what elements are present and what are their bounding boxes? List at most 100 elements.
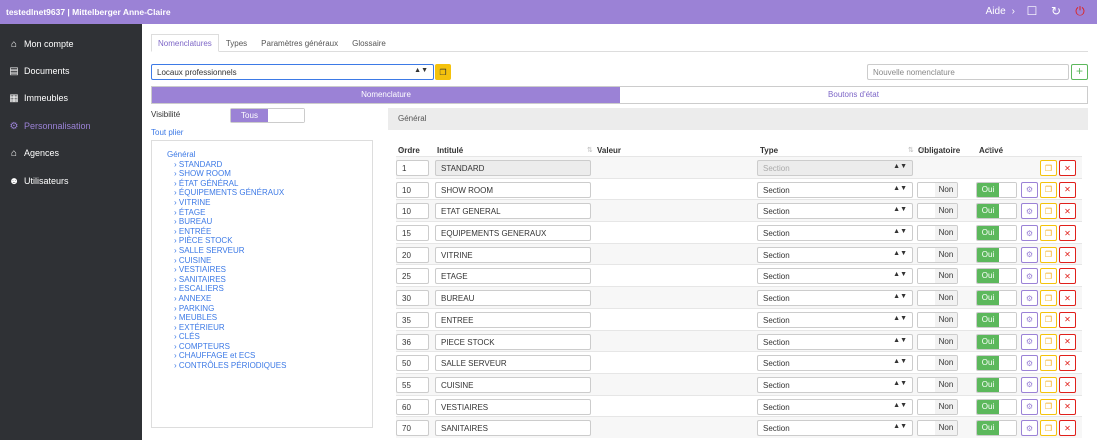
active-toggle[interactable]: Oui (976, 246, 1017, 263)
order-input[interactable]: 10 (396, 203, 429, 220)
refresh-icon[interactable]: ↻ (1049, 4, 1063, 18)
delete-button[interactable]: ✕ (1059, 355, 1076, 372)
tree-item[interactable]: › PARKING (167, 304, 372, 314)
type-select[interactable]: Section ▲▼ (757, 376, 913, 393)
active-no-option[interactable] (999, 334, 1016, 349)
active-toggle[interactable]: Oui (976, 225, 1017, 242)
tab-0[interactable]: Nomenclatures (151, 34, 219, 52)
settings-button[interactable]: ⚙ (1021, 290, 1038, 307)
duplicate-button[interactable]: ❐ (1040, 160, 1057, 176)
tree-item[interactable]: › VESTIAIRES (167, 265, 372, 275)
tree-item[interactable]: › COMPTEURS (167, 342, 372, 352)
settings-button[interactable]: ⚙ (1021, 376, 1038, 393)
duplicate-button[interactable]: ❐ (1040, 268, 1057, 285)
active-yes-option[interactable]: Oui (977, 356, 999, 371)
active-yes-option[interactable]: Oui (977, 334, 999, 349)
order-input[interactable]: 35 (396, 311, 429, 328)
order-input[interactable]: 70 (396, 420, 429, 437)
type-select[interactable]: Section ▲▼ (757, 225, 913, 242)
mandatory-yes-option[interactable] (918, 204, 935, 219)
mandatory-yes-option[interactable] (918, 377, 935, 392)
add-nomenclature-button[interactable]: + (1071, 64, 1088, 80)
visibility-all-option[interactable]: Tous (231, 109, 268, 122)
delete-button[interactable]: ✕ (1059, 203, 1076, 220)
duplicate-button[interactable]: ❐ (1040, 311, 1057, 328)
order-input[interactable]: 20 (396, 246, 429, 263)
active-no-option[interactable] (999, 312, 1016, 327)
mandatory-toggle[interactable]: Non (917, 333, 958, 350)
active-yes-option[interactable]: Oui (977, 421, 999, 436)
label-input[interactable]: ENTREE (435, 311, 591, 328)
tree-root-general[interactable]: Général (167, 150, 372, 160)
active-toggle[interactable]: Oui (976, 420, 1017, 437)
mandatory-toggle[interactable]: Non (917, 376, 958, 393)
settings-button[interactable]: ⚙ (1021, 311, 1038, 328)
duplicate-button[interactable]: ❐ (1040, 333, 1057, 350)
tree-item[interactable]: › PIÈCE STOCK (167, 236, 372, 246)
sidebar-item-1[interactable]: ▤ Documents (8, 63, 69, 79)
help-menu[interactable]: Aide › (986, 6, 1015, 17)
mandatory-yes-option[interactable] (918, 226, 935, 241)
new-nomenclature-input[interactable]: Nouvelle nomenclature (867, 64, 1069, 80)
label-input[interactable]: SHOW ROOM (435, 181, 591, 198)
mandatory-yes-option[interactable] (918, 334, 935, 349)
sidebar-item-5[interactable]: ☻ Utilisateurs (8, 173, 69, 189)
type-select[interactable]: Section ▲▼ (757, 311, 913, 328)
label-input[interactable]: SALLE SERVEUR (435, 355, 591, 372)
mandatory-yes-option[interactable] (918, 312, 935, 327)
mandatory-yes-option[interactable] (918, 182, 935, 197)
delete-button[interactable]: ✕ (1059, 333, 1076, 350)
delete-button[interactable]: ✕ (1059, 311, 1076, 328)
tree-item[interactable]: › ÉTAGE (167, 208, 372, 218)
settings-button[interactable]: ⚙ (1021, 246, 1038, 263)
mandatory-toggle[interactable]: Non (917, 181, 958, 198)
tree-item[interactable]: › BUREAU (167, 217, 372, 227)
order-input[interactable]: 25 (396, 268, 429, 285)
mandatory-no-option[interactable]: Non (935, 312, 957, 327)
delete-button[interactable]: ✕ (1059, 398, 1076, 415)
duplicate-button[interactable]: ❐ (1040, 420, 1057, 437)
mandatory-no-option[interactable]: Non (935, 356, 957, 371)
type-select[interactable]: Section ▲▼ (757, 160, 913, 176)
settings-button[interactable]: ⚙ (1021, 181, 1038, 198)
active-toggle[interactable]: Oui (976, 398, 1017, 415)
mandatory-no-option[interactable]: Non (935, 334, 957, 349)
label-input[interactable]: EQUIPEMENTS GENERAUX (435, 225, 591, 242)
tree-item[interactable]: › CUISINE (167, 256, 372, 266)
tree-item[interactable]: › CLÉS (167, 332, 372, 342)
sidebar-item-0[interactable]: ⌂ Mon compte (8, 36, 74, 52)
active-no-option[interactable] (999, 182, 1016, 197)
label-input[interactable]: VESTIAIRES (435, 398, 591, 415)
active-no-option[interactable] (999, 377, 1016, 392)
order-input[interactable]: 30 (396, 290, 429, 307)
mandatory-no-option[interactable]: Non (935, 204, 957, 219)
mode-state-buttons-button[interactable]: Boutons d'état (620, 87, 1087, 103)
mandatory-toggle[interactable]: Non (917, 268, 958, 285)
mandatory-yes-option[interactable] (918, 247, 935, 262)
duplicate-button[interactable]: ❐ (1040, 181, 1057, 198)
tree-item[interactable]: › CONTRÔLES PÉRIODIQUES (167, 361, 372, 371)
active-no-option[interactable] (999, 399, 1016, 414)
active-toggle[interactable]: Oui (976, 376, 1017, 393)
tree-item[interactable]: › SANITAIRES (167, 275, 372, 285)
visibility-other-option[interactable] (268, 109, 304, 122)
active-yes-option[interactable]: Oui (977, 399, 999, 414)
type-select[interactable]: Section ▲▼ (757, 355, 913, 372)
active-no-option[interactable] (999, 356, 1016, 371)
label-input[interactable]: BUREAU (435, 290, 591, 307)
tab-3[interactable]: Glossaire (345, 34, 393, 52)
tree-item[interactable]: › SHOW ROOM (167, 169, 372, 179)
delete-button[interactable]: ✕ (1059, 225, 1076, 242)
settings-button[interactable]: ⚙ (1021, 225, 1038, 242)
order-input[interactable]: 36 (396, 333, 429, 350)
delete-button[interactable]: ✕ (1059, 290, 1076, 307)
delete-button[interactable]: ✕ (1059, 160, 1076, 176)
label-input[interactable]: STANDARD (435, 160, 591, 176)
nomenclature-select[interactable]: Locaux professionnels ▲▼ (151, 64, 434, 80)
mandatory-toggle[interactable]: Non (917, 398, 958, 415)
order-input[interactable]: 1 (396, 160, 429, 176)
mandatory-no-option[interactable]: Non (935, 247, 957, 262)
mandatory-yes-option[interactable] (918, 399, 935, 414)
mandatory-yes-option[interactable] (918, 291, 935, 306)
mandatory-toggle[interactable]: Non (917, 225, 958, 242)
